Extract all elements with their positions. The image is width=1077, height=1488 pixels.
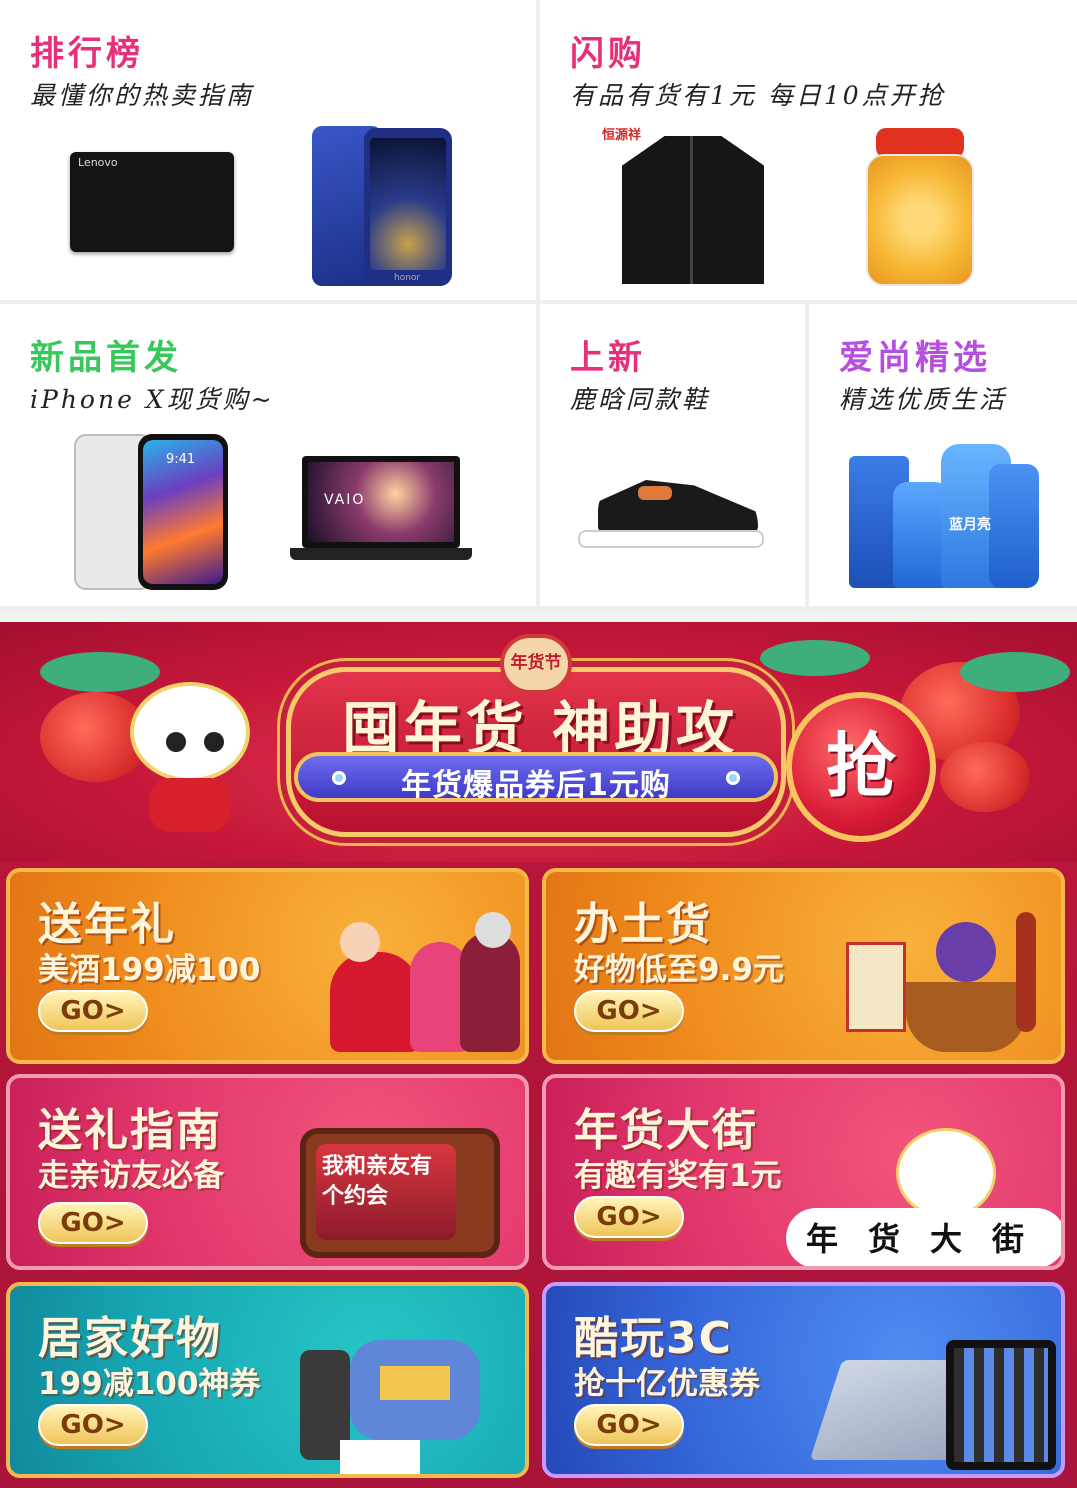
detergent-image: 蓝月亮 xyxy=(849,444,1039,589)
iphone-x-image: 9:41 xyxy=(74,434,228,590)
jacket-image: 恒源祥 xyxy=(602,124,772,284)
card-new-year-street[interactable]: 年货大街 有趣有奖有1元 GO> 年货大街 xyxy=(542,1074,1065,1270)
pine-cloud-icon xyxy=(960,652,1070,692)
hero-section[interactable]: 年货节 囤年货 神助攻 年货爆品券后1元购 抢 xyxy=(0,622,1077,862)
pine-cloud-icon xyxy=(760,640,870,676)
card-new-year-gift[interactable]: 送年礼 美酒199减100 GO> xyxy=(6,868,529,1064)
channel-subtitle: 有品有货有1元 每日10点开抢 xyxy=(570,81,946,110)
channel-new-in[interactable]: 上新 鹿晗同款鞋 xyxy=(540,304,805,606)
channel-new-arrivals[interactable]: 新品首发 iPhone X现货购~ 9:41 VAIO xyxy=(0,304,536,606)
go-button[interactable]: GO> xyxy=(38,990,148,1032)
hero-promo-pill[interactable]: 年货爆品券后1元购 xyxy=(294,752,778,803)
pingpong-jar-image xyxy=(866,128,974,286)
dot-icon xyxy=(726,771,740,785)
channel-title: 闪购 xyxy=(570,34,646,74)
honor-phone-image: honor xyxy=(312,126,452,288)
card-gift-guide[interactable]: 送礼指南 走亲访友必备 GO> 我和亲友有个约会 xyxy=(6,1074,529,1270)
tv-illustration: 我和亲友有个约会 xyxy=(300,1128,500,1258)
vaio-laptop-image: VAIO xyxy=(290,456,472,564)
go-button[interactable]: GO> xyxy=(38,1202,148,1244)
card-title: 酷玩3C xyxy=(574,1313,733,1364)
family-illustration xyxy=(300,912,520,1060)
card-subtitle: 美酒199减100 xyxy=(38,952,261,988)
card-title: 居家好物 xyxy=(38,1313,222,1364)
laptop-tablet-illustration xyxy=(809,1330,1056,1474)
channel-subtitle: 鹿晗同款鞋 xyxy=(570,385,711,414)
grab-button[interactable]: 抢 xyxy=(786,692,936,842)
card-subtitle: 199减100神券 xyxy=(38,1366,261,1402)
card-title: 送年礼 xyxy=(38,899,176,950)
go-button[interactable]: GO> xyxy=(574,990,684,1032)
card-subtitle: 走亲访友必备 xyxy=(38,1158,224,1194)
channel-title: 新品首发 xyxy=(30,338,182,378)
channel-ranking[interactable]: 排行榜 最懂你的热卖指南 Lenovo honor xyxy=(0,0,536,300)
basket-illustration xyxy=(846,902,1056,1060)
card-home-goods[interactable]: 居家好物 199减100神券 GO> xyxy=(6,1282,529,1478)
go-button[interactable]: GO> xyxy=(574,1196,684,1238)
card-subtitle: 好物低至9.9元 xyxy=(574,952,784,988)
card-subtitle: 有趣有奖有1元 xyxy=(574,1158,782,1194)
channel-flash-sale[interactable]: 闪购 有品有货有1元 每日10点开抢 恒源祥 xyxy=(540,0,1077,300)
channel-grid: 排行榜 最懂你的热卖指南 Lenovo honor 闪购 有品有货有1元 每日1… xyxy=(0,0,1077,610)
card-title: 办土货 xyxy=(574,899,712,950)
card-title: 送礼指南 xyxy=(38,1105,222,1156)
channel-title: 上新 xyxy=(570,338,646,378)
channel-subtitle: 最懂你的热卖指南 xyxy=(30,81,255,110)
channel-subtitle: iPhone X现货购~ xyxy=(30,385,275,414)
hero-promo-text: 年货爆品券后1元购 xyxy=(401,768,671,803)
go-button[interactable]: GO> xyxy=(38,1404,148,1446)
card-3c-gadgets[interactable]: 酷玩3C 抢十亿优惠券 GO> xyxy=(542,1282,1065,1478)
channel-title: 爱尚精选 xyxy=(839,338,991,378)
new-year-goods-banner: 年货节 囤年货 神助攻 年货爆品券后1元购 抢 送年礼 美酒199减100 GO… xyxy=(0,622,1077,1488)
channel-selection[interactable]: 爱尚精选 精选优质生活 蓝月亮 xyxy=(809,304,1077,606)
armchair-illustration xyxy=(300,1330,510,1474)
channel-title: 排行榜 xyxy=(30,34,144,74)
card-local-goods[interactable]: 办土货 好物低至9.9元 GO> xyxy=(542,868,1065,1064)
lantern-icon xyxy=(940,742,1030,812)
mascot-street-illustration: 年货大街 xyxy=(786,1118,1061,1266)
sneaker-image xyxy=(578,480,764,550)
card-title: 年货大街 xyxy=(574,1105,758,1156)
mascot-dog-icon xyxy=(120,662,260,832)
lenovo-product-image: Lenovo xyxy=(70,152,234,252)
channel-subtitle: 精选优质生活 xyxy=(839,385,1008,414)
card-subtitle: 抢十亿优惠券 xyxy=(574,1366,760,1402)
go-button[interactable]: GO> xyxy=(574,1404,684,1446)
